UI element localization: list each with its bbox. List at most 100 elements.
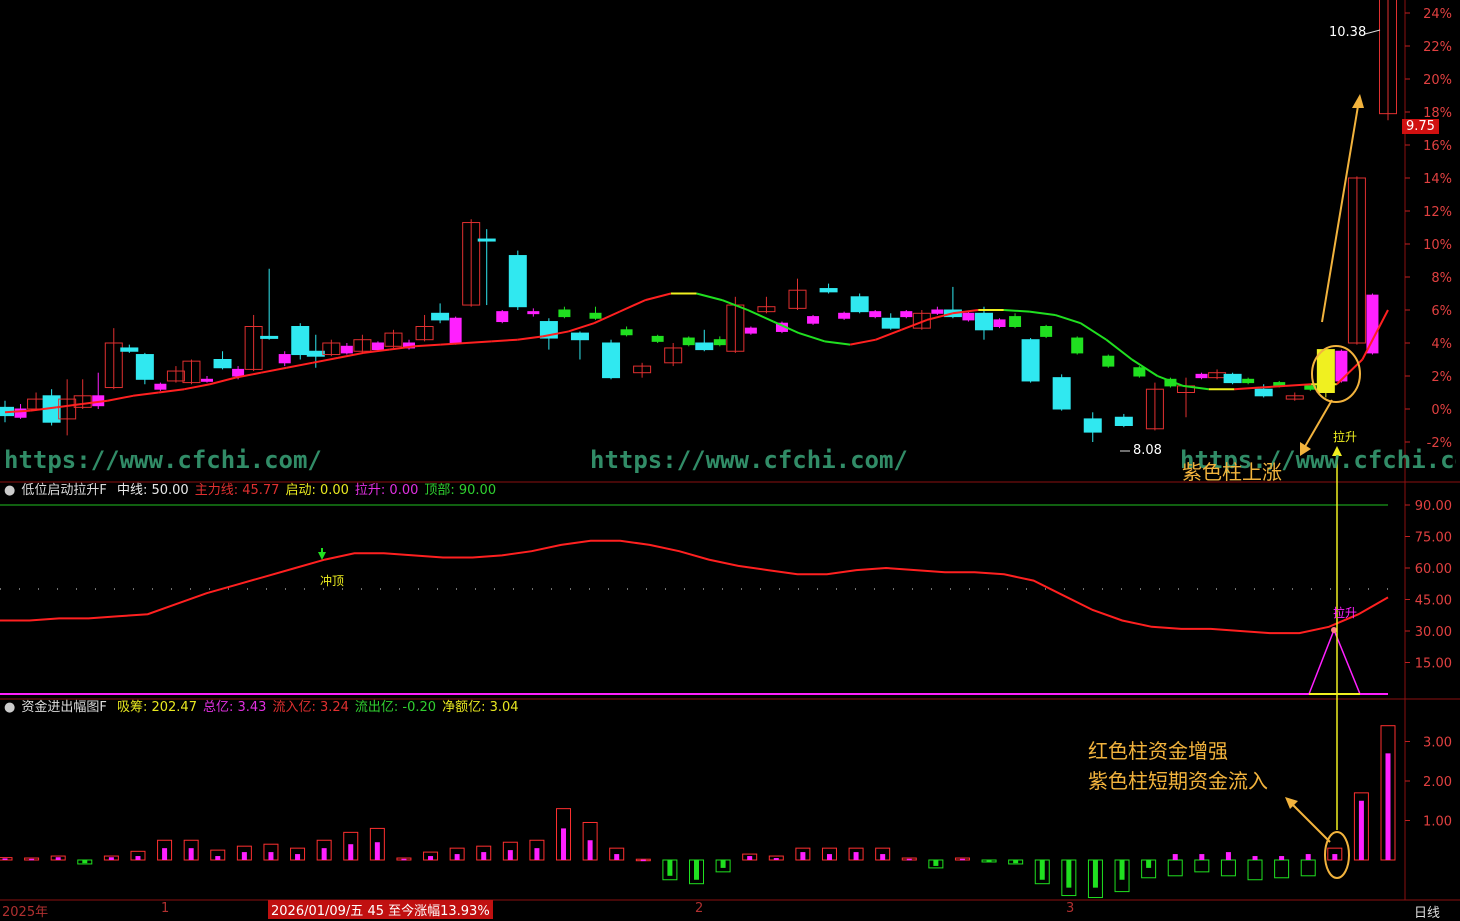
fund-bar-inner — [1119, 860, 1125, 880]
fund-bar-inner — [561, 828, 567, 860]
candle-body — [213, 359, 232, 369]
candle-body — [744, 327, 757, 334]
watermark-2: https://www.cfchi.com/ — [590, 446, 908, 474]
indicator1-header: ● 低位启动拉升F 中线: 50.00 主力线: 45.77 启动: 0.00 拉升: … — [4, 482, 508, 500]
fund-bar-inner — [454, 854, 460, 860]
price-tick-label: 16% — [1423, 139, 1452, 154]
ma-segment — [1054, 313, 1081, 325]
fund-bar-inner — [534, 848, 540, 860]
arrow-down-line — [1302, 399, 1333, 451]
fund-bar-inner — [1013, 860, 1019, 864]
fund-bar-inner — [188, 848, 194, 860]
indicator2-item-2: 流入亿: 3.24 — [272, 700, 349, 715]
fund-bar-inner — [747, 856, 753, 860]
fund-bar-inner — [1305, 854, 1311, 860]
fund-bar-outline — [1220, 859, 1236, 877]
indicator2-item-3: 流出亿: -0.20 — [354, 700, 437, 715]
ma-segment — [619, 299, 646, 313]
candle-body — [1133, 367, 1146, 377]
fund-bar-inner — [694, 860, 699, 880]
arrow-up-line — [1321, 99, 1360, 323]
fund-bar-inner — [880, 854, 886, 860]
period-label[interactable]: 日线 — [1414, 902, 1440, 921]
candle-body — [449, 317, 462, 344]
ind-tick-label: 90.00 — [1415, 499, 1452, 514]
candle-body — [1366, 294, 1379, 354]
fund-bar-inner — [1332, 854, 1338, 860]
candle-body — [974, 312, 993, 331]
price-tick-label: 12% — [1423, 205, 1452, 220]
ma-segment — [1080, 322, 1107, 341]
candle-body — [260, 335, 279, 339]
ma-segment — [696, 292, 723, 302]
candle-body — [993, 319, 1006, 327]
fund-bar-inner — [29, 858, 35, 861]
annotation-purple-bar: 紫色柱短期资金流入 — [1088, 769, 1268, 793]
candle-body — [120, 347, 139, 352]
fund-bar-inner — [1252, 856, 1258, 860]
ind-tick-label: 30.00 — [1415, 625, 1452, 640]
candle-body — [931, 309, 944, 314]
fund-bar-inner — [82, 860, 88, 864]
price-tick-label: 8% — [1431, 271, 1452, 286]
fund-bar-inner — [1066, 860, 1072, 888]
fund-bar-outline — [1274, 859, 1290, 879]
ma-segment — [414, 343, 441, 348]
candle-body — [278, 354, 291, 364]
candle-body — [819, 288, 838, 293]
candle-body — [508, 255, 527, 308]
candle-body — [807, 316, 820, 324]
ma-segment — [465, 340, 492, 344]
fund-bar-inner — [1358, 800, 1364, 860]
ma-segment — [875, 328, 902, 341]
fund-bar-inner — [640, 859, 646, 862]
fund-bar-inner — [108, 857, 114, 860]
annotation-red-bar: 红色柱资金增强 — [1088, 739, 1228, 763]
fund-bar-inner — [321, 848, 327, 860]
price-tick-label: 0% — [1431, 403, 1452, 418]
price-tick-label: 6% — [1431, 304, 1452, 319]
candle-body — [477, 238, 496, 242]
fund-bar-inner — [295, 854, 301, 860]
fund-bar-inner — [720, 860, 726, 868]
ind-tick-label: 75.00 — [1415, 531, 1452, 546]
candle-body — [869, 311, 882, 318]
axis-year-label: 2025年 — [2, 905, 49, 920]
fund-bar-inner — [1199, 854, 1205, 860]
fund-tick-label: 2.00 — [1423, 775, 1452, 790]
indicator1-item-3: 拉升: 0.00 — [354, 483, 419, 498]
candle-body — [651, 335, 664, 342]
ind-tick-label: 15.00 — [1415, 657, 1452, 672]
watermark-1: https://www.cfchi.com/ — [4, 446, 322, 474]
fund-bar-inner — [1225, 852, 1231, 860]
fund-bar-inner — [906, 858, 912, 861]
indicator2-values: 吸筹: 202.47 总亿: 3.43 流入亿: 3.24 流出亿: -0.20 净额亿… — [117, 700, 525, 715]
fund-bar-inner — [667, 860, 673, 876]
high-price-label: 10.38 — [1329, 25, 1367, 40]
candle-body — [1102, 355, 1115, 367]
candle-body — [1021, 339, 1040, 382]
date-range-badge[interactable]: 2026/01/09/五 45 至今涨幅13.93% — [268, 900, 493, 919]
last-price-badge: 9.75 — [1402, 119, 1439, 134]
price-tick-label: 20% — [1423, 73, 1452, 88]
fund-bar-inner — [1092, 860, 1098, 888]
annotation-launch-price: 拉升 — [1333, 430, 1358, 444]
candle-body — [1040, 326, 1053, 337]
indicator1-item-2: 启动: 0.00 — [285, 483, 349, 498]
ma-segment — [1003, 309, 1030, 313]
fund-tick-label: 3.00 — [1423, 736, 1452, 751]
candle-body — [558, 309, 571, 318]
indicator2-item-1: 总亿: 3.43 — [202, 700, 267, 715]
ma-segment — [440, 342, 467, 346]
fund-bar-inner — [374, 842, 380, 860]
candle-body — [602, 342, 621, 379]
ind-tick-label: 60.00 — [1415, 562, 1452, 577]
fund-bar-inner — [241, 852, 247, 860]
candle-body — [431, 312, 450, 321]
candle-body — [1195, 373, 1208, 379]
price-tick-label: 24% — [1423, 7, 1452, 22]
candle-body — [695, 342, 714, 351]
price-tick-label: 4% — [1431, 337, 1452, 352]
price-tick-label: 14% — [1423, 172, 1452, 187]
price-tick-label: 10% — [1423, 238, 1452, 253]
